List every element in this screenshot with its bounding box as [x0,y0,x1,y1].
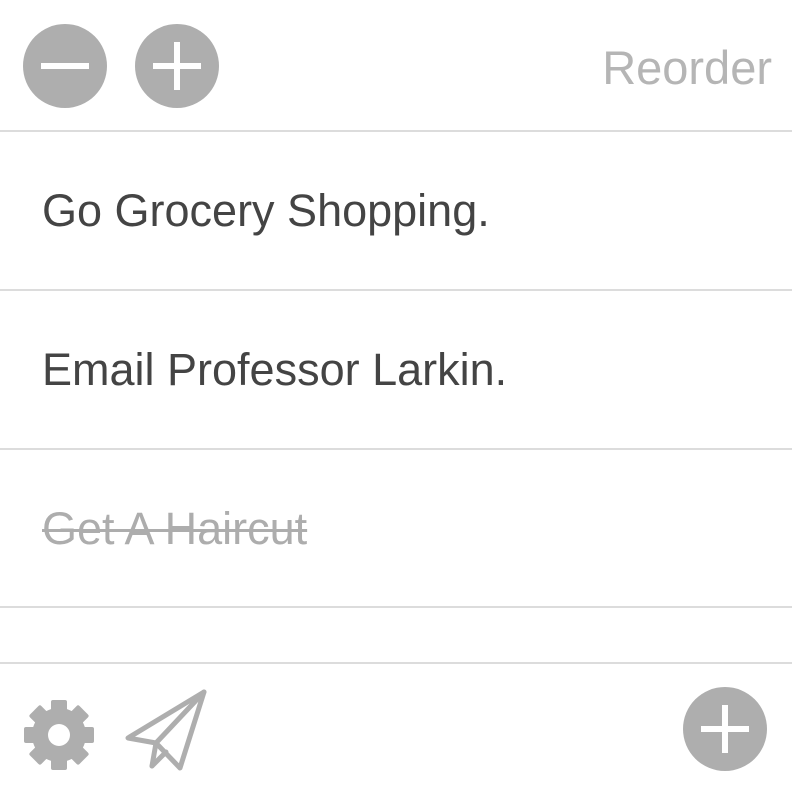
bottom-toolbar [0,662,792,792]
task-label: Go Grocery Shopping. [42,185,490,236]
minus-icon [41,63,89,69]
share-button[interactable] [122,688,210,772]
task-label-completed: Get A Haircut [42,503,308,554]
gear-icon [24,700,94,770]
paper-plane-icon [125,689,207,771]
remove-task-button[interactable] [23,24,107,108]
plus-icon [153,42,201,90]
task-row[interactable]: Email Professor Larkin. [0,291,792,450]
top-toolbar: Reorder [0,0,792,132]
plus-icon [701,705,749,753]
reorder-button[interactable]: Reorder [602,40,772,96]
settings-button[interactable] [22,698,96,772]
add-item-button[interactable] [683,687,767,771]
task-label: Email Professor Larkin. [42,344,508,395]
task-row[interactable]: Go Grocery Shopping. [0,132,792,291]
task-row-completed[interactable]: Get A Haircut [0,450,792,608]
task-list: Go Grocery Shopping. Email Professor Lar… [0,132,792,608]
add-task-button[interactable] [135,24,219,108]
